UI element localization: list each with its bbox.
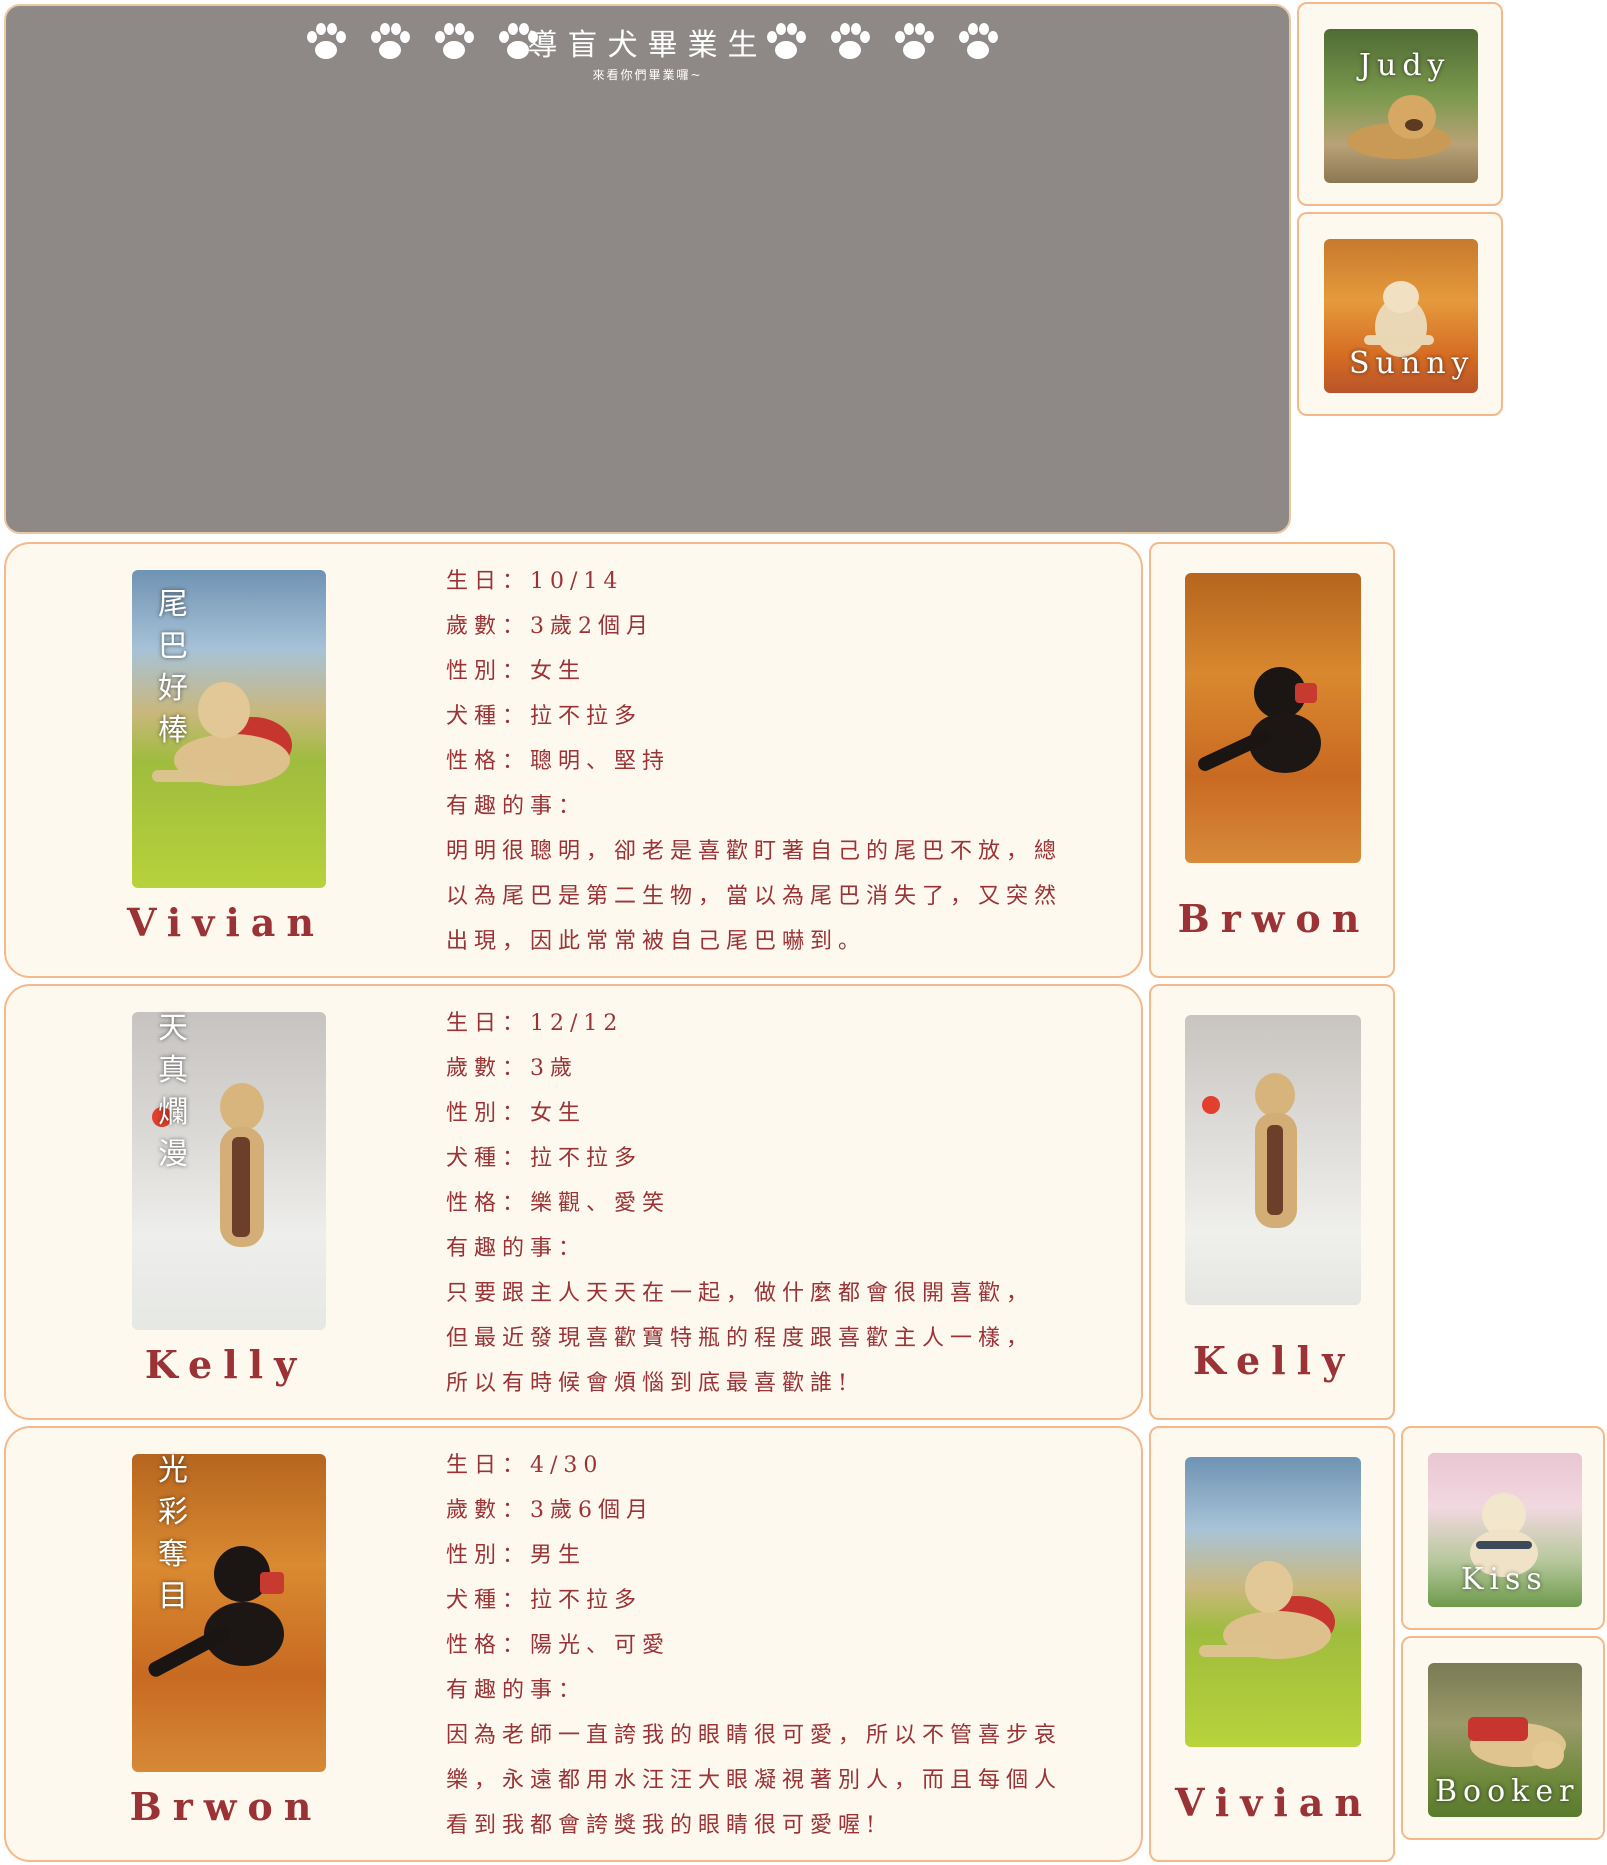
thumb-card-judy[interactable]: Judy (1297, 2, 1503, 206)
side-card-brwon[interactable]: Brwon (1149, 542, 1395, 978)
info-line: 生日：12/12 (446, 1011, 624, 1036)
paw-icon (764, 20, 808, 64)
nickname-label: 光彩奪目 (158, 1453, 188, 1614)
info-line: 性別：男生 (446, 1543, 587, 1568)
info-line: 性格：樂觀、愛笑 (446, 1191, 671, 1216)
info-line: 性格：陽光、可愛 (446, 1633, 671, 1658)
thumb-label: Judy (1359, 48, 1451, 83)
info-line: 出現，因此常常被自己尾巴嚇到。 (446, 929, 867, 954)
info-line: 看到我都會誇獎我的眼睛很可愛喔! (446, 1813, 881, 1838)
profile-card-vivian: 尾巴好棒 Vivian 生日：10/14 歲數：3歲2個月 性別：女生 犬種：拉… (4, 542, 1143, 978)
info-line: 生日：4/30 (446, 1453, 604, 1478)
thumb-card-kiss[interactable]: Kiss (1401, 1426, 1605, 1630)
info-line: 因為老師一直誇我的眼睛很可愛，所以不管喜步哀 (446, 1723, 1063, 1748)
profile-info: 生日：4/30 歲數：3歲6個月 性別：男生 犬種：拉不拉多 性格：陽光、可愛 … (446, 1443, 1062, 1848)
info-line: 樂，永遠都用水汪汪大眼凝視著別人，而且每個人 (446, 1768, 1063, 1793)
thumb-label: Kiss (1461, 1562, 1548, 1597)
paw-icon (892, 20, 936, 64)
info-line: 犬種：拉不拉多 (446, 704, 643, 729)
banner-subtitle: 來看你們畢業囉~ (592, 68, 703, 82)
info-line: 歲數：3歲6個月 (446, 1498, 654, 1523)
info-line: 性別：女生 (446, 659, 587, 684)
info-line: 只要跟主人天天在一起，做什麼都會很開喜歡， (446, 1281, 1035, 1306)
thumb-card-booker[interactable]: Booker (1401, 1636, 1605, 1840)
dog-name: Vivian (1174, 1780, 1374, 1825)
profile-card-brwon: 光彩奪目 Brwon 生日：4/30 歲數：3歲6個月 性別：男生 犬種：拉不拉… (4, 1426, 1143, 1862)
profile-info: 生日：10/14 歲數：3歲2個月 性別：女生 犬種：拉不拉多 性格：聰明、堅持… (446, 559, 1062, 964)
dog-photo (1185, 573, 1361, 863)
banner-title: 導盲犬畢業生 (527, 28, 768, 63)
dog-name: Kelly (1192, 1338, 1356, 1383)
nickname-label: 尾巴好棒 (158, 587, 188, 748)
info-line: 犬種：拉不拉多 (446, 1146, 643, 1171)
info-line: 有趣的事： (446, 1236, 587, 1261)
thumb-label: Sunny (1349, 346, 1475, 381)
dog-photo (1185, 1015, 1361, 1305)
dog-name: Brwon (129, 1784, 323, 1829)
nickname-label: 天真爛漫 (158, 1011, 188, 1172)
info-line: 犬種：拉不拉多 (446, 1588, 643, 1613)
profile-info: 生日：12/12 歲數：3歲 性別：女生 犬種：拉不拉多 性格：樂觀、愛笑 有趣… (446, 1001, 1034, 1406)
info-line: 明明很聰明，卻老是喜歡盯著自己的尾巴不放，總 (446, 839, 1063, 864)
thumb-label: Booker (1435, 1774, 1580, 1809)
side-card-vivian[interactable]: Vivian (1149, 1426, 1395, 1862)
banner: 導盲犬畢業生 來看你們畢業囉~ (4, 4, 1291, 534)
info-line: 所以有時候會煩惱到底最喜歡誰! (446, 1371, 853, 1396)
info-line: 有趣的事： (446, 794, 587, 819)
info-line: 性別：女生 (446, 1101, 587, 1126)
paw-icon (956, 20, 1000, 64)
info-line: 以為尾巴是第二生物，當以為尾巴消失了，又突然 (446, 884, 1063, 909)
paw-row-right (764, 20, 1000, 64)
dog-name: Vivian (126, 900, 326, 945)
dog-name: Kelly (144, 1342, 308, 1387)
info-line: 歲數：3歲 (446, 1056, 578, 1081)
thumb-card-sunny[interactable]: Sunny (1297, 212, 1503, 416)
dog-name: Brwon (1177, 896, 1371, 941)
paw-icon (828, 20, 872, 64)
info-line: 有趣的事： (446, 1678, 587, 1703)
dog-photo (1185, 1457, 1361, 1747)
info-line: 歲數：3歲2個月 (446, 614, 654, 639)
side-card-kelly[interactable]: Kelly (1149, 984, 1395, 1420)
info-line: 生日：10/14 (446, 569, 624, 594)
info-line: 但最近發現喜歡寶特瓶的程度跟喜歡主人一樣， (446, 1326, 1035, 1351)
profile-card-kelly: 天真爛漫 Kelly 生日：12/12 歲數：3歲 性別：女生 犬種：拉不拉多 … (4, 984, 1143, 1420)
info-line: 性格：聰明、堅持 (446, 749, 671, 774)
